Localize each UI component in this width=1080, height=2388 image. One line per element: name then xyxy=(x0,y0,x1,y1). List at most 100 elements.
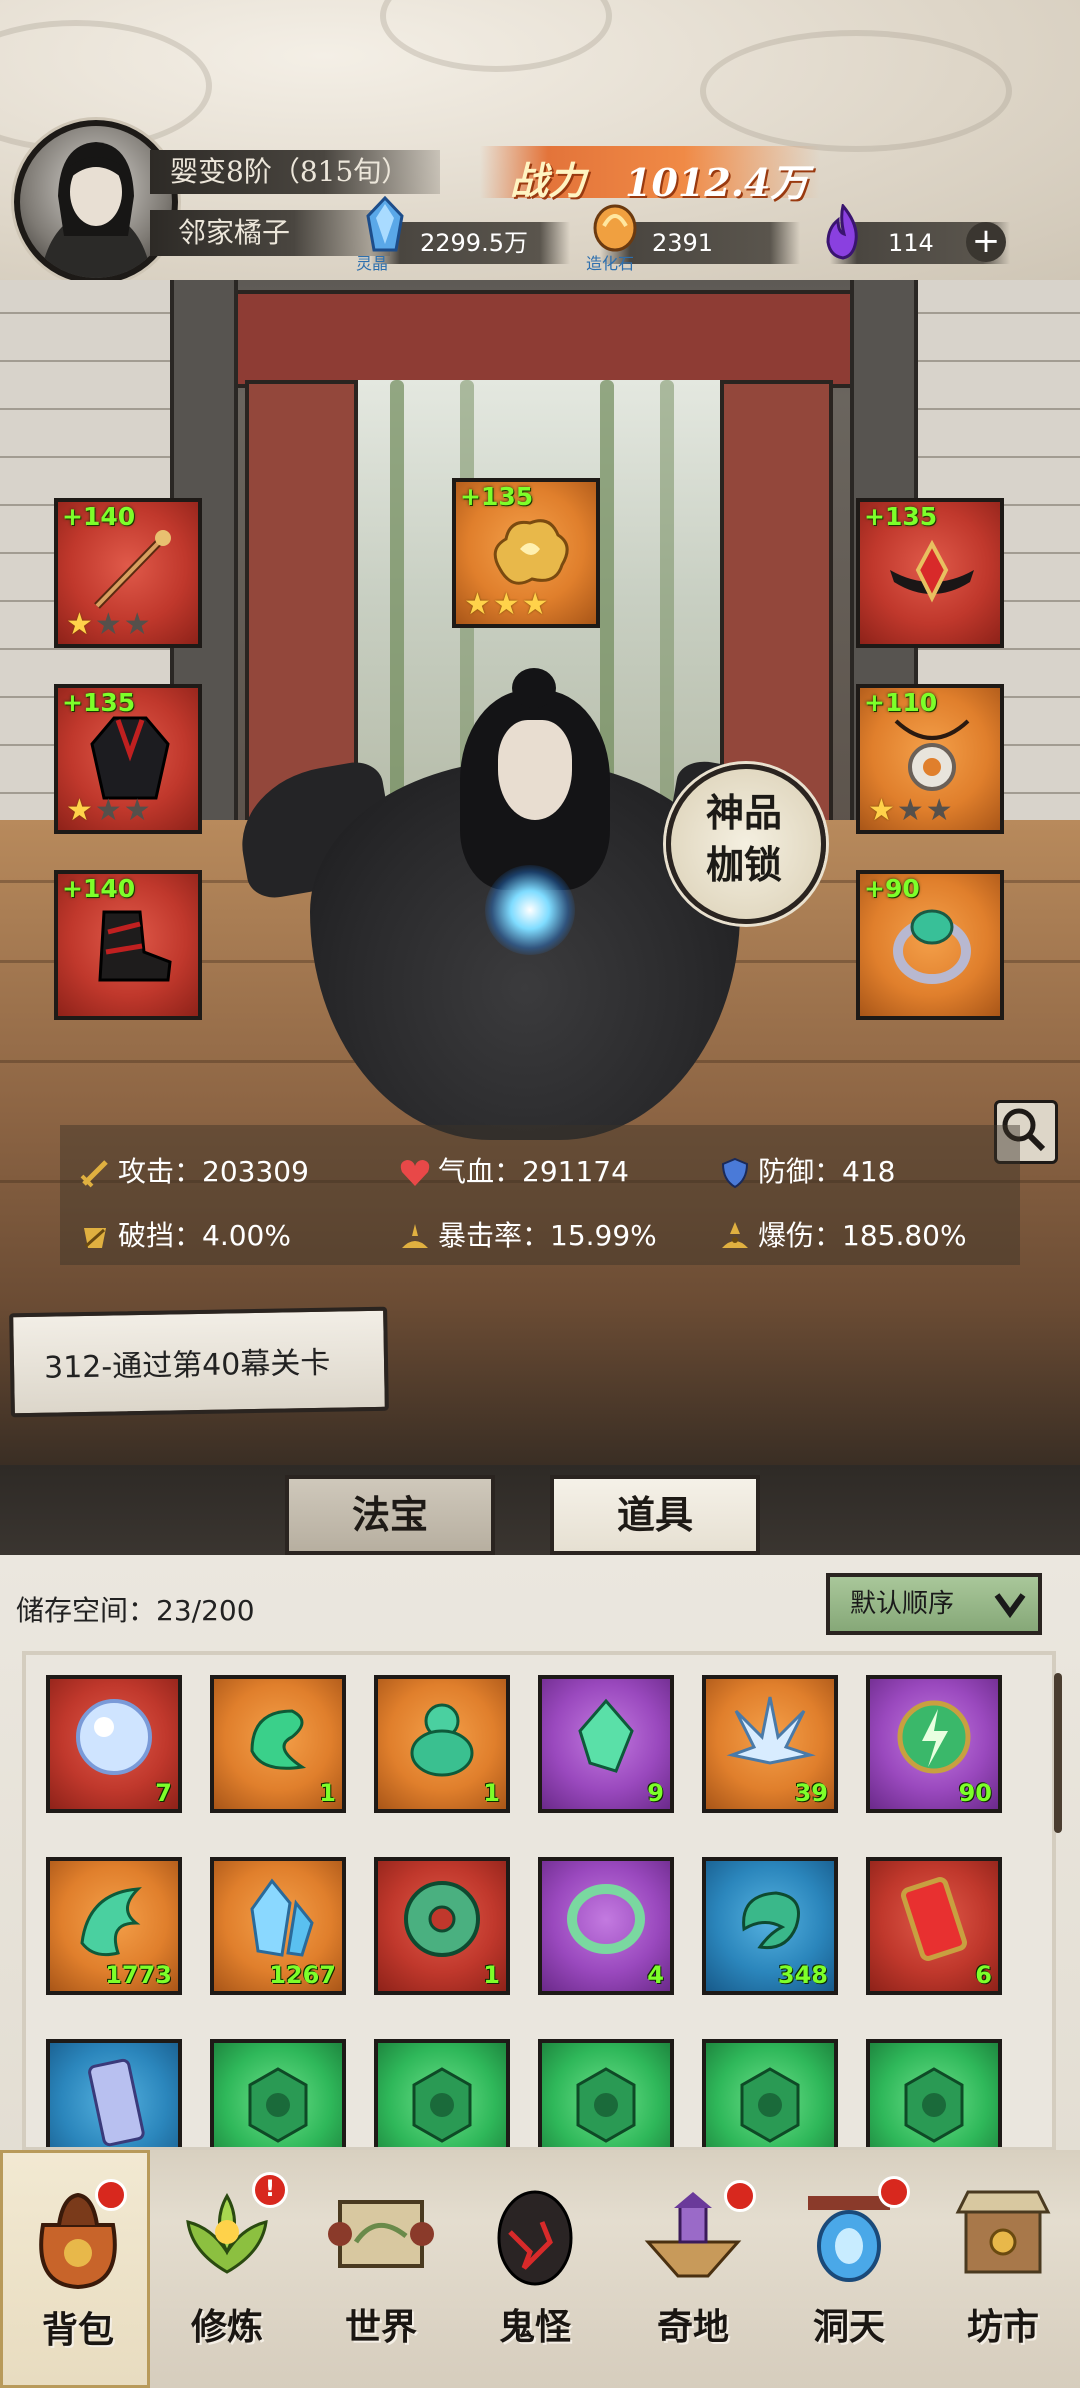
inventory-item[interactable]: 39 xyxy=(702,1675,838,1813)
equip-slot-armor[interactable]: +135 ★★★ xyxy=(54,684,202,834)
stat-crit-rate: 暴击率：15.99% xyxy=(398,1214,657,1254)
ice-crystal-icon xyxy=(724,1691,816,1783)
green-wind-icon xyxy=(232,1691,324,1783)
world-scroll-icon xyxy=(326,2172,436,2292)
resource-lingjing-value: 2299.5万 xyxy=(420,229,528,257)
shield-icon xyxy=(721,1157,749,1189)
equip-slot-boots[interactable]: +140 xyxy=(54,870,202,1020)
equip-slot-treasure[interactable]: +135 ★★★ xyxy=(452,478,600,628)
resource-zaohuashi-value: 2391 xyxy=(652,229,714,257)
nav-wonderland[interactable]: 奇地 xyxy=(618,2150,768,2388)
nav-ghost[interactable]: 鬼怪 xyxy=(460,2150,610,2388)
nav-world[interactable]: 世界 xyxy=(306,2150,456,2388)
inventory-item[interactable]: 1 xyxy=(210,1675,346,1813)
crystal-orb-icon xyxy=(68,1691,160,1783)
green-token-icon xyxy=(888,2055,980,2147)
inventory-item[interactable] xyxy=(866,2039,1002,2147)
green-crystal-icon xyxy=(560,1691,652,1783)
left-door xyxy=(245,380,358,828)
nav-label: 坊市 xyxy=(966,2306,1039,2348)
equip-slot-headband[interactable]: +135 xyxy=(856,498,1004,648)
nav-market[interactable]: 坊市 xyxy=(928,2150,1078,2388)
ring-icon xyxy=(884,902,980,986)
headband-icon xyxy=(884,530,980,614)
quest-banner[interactable]: 312-通过第40幕关卡 xyxy=(9,1306,389,1418)
item-quantity: 7 xyxy=(155,1779,172,1807)
divine-shackle-badge[interactable]: 神品枷锁 xyxy=(666,764,826,924)
scroll-icon xyxy=(68,2055,160,2147)
resource-lingjing-caption: 灵晶 xyxy=(356,254,389,273)
inventory-item[interactable]: 90 xyxy=(866,1675,1002,1813)
nav-label: 奇地 xyxy=(656,2306,729,2348)
inventory-item[interactable]: 9 xyxy=(538,1675,674,1813)
equip-slot-weapon[interactable]: +140 ★★★ xyxy=(54,498,202,648)
nav-bag[interactable]: 背包 xyxy=(0,2150,150,2388)
chevron-down-icon xyxy=(990,1581,1030,1627)
inventory-item[interactable]: 1773 xyxy=(46,1857,182,1995)
green-token-icon xyxy=(560,2055,652,2147)
tab-bar: 法宝 道具 xyxy=(0,1465,1080,1555)
notification-dot xyxy=(878,2176,910,2208)
thunder-orb-icon xyxy=(888,1691,980,1783)
staff-icon xyxy=(82,530,178,614)
equip-level: +110 xyxy=(864,688,938,717)
heart-icon xyxy=(400,1160,430,1186)
equip-slot-ring[interactable]: +90 xyxy=(856,870,1004,1020)
item-quantity: 1 xyxy=(483,1779,500,1807)
equip-stars: ★★★ xyxy=(868,793,955,828)
equip-stars: ★★★ xyxy=(66,793,153,828)
equip-stars: ★★★ xyxy=(464,587,551,622)
badge-text: 神品枷锁 xyxy=(705,790,782,887)
purple-flame-icon xyxy=(818,202,868,260)
equip-slot-pendant[interactable]: +110 ★★★ xyxy=(856,684,1004,834)
nav-cultivate[interactable]: ! 修炼 xyxy=(152,2150,302,2388)
boots-icon xyxy=(82,902,178,986)
avatar[interactable] xyxy=(14,120,178,284)
inventory-item[interactable]: 1267 xyxy=(210,1857,346,1995)
sword-icon xyxy=(80,1160,108,1188)
stat-attack: 攻击：203309 xyxy=(78,1150,309,1190)
tab-daoju[interactable]: 道具 xyxy=(550,1475,760,1555)
green-token-icon xyxy=(396,2055,488,2147)
item-grid-scrollbar[interactable] xyxy=(1054,1673,1062,1833)
sort-order-label: 默认顺序 xyxy=(850,1589,955,1619)
stat-hp: 气血：291174 xyxy=(398,1150,629,1190)
inventory-item[interactable]: 4 xyxy=(538,1857,674,1995)
market-stall-icon xyxy=(948,2172,1058,2292)
creation-stone-icon xyxy=(590,198,640,254)
add-resource-button[interactable]: + xyxy=(966,222,1006,262)
tab-fabao[interactable]: 法宝 xyxy=(285,1475,495,1555)
crit-rate-icon xyxy=(402,1224,428,1248)
character-topknot xyxy=(512,668,556,708)
sort-order-dropdown[interactable]: 默认顺序 xyxy=(826,1573,1042,1635)
item-quantity: 1 xyxy=(319,1779,336,1807)
jade-ring-icon xyxy=(560,1873,652,1965)
quest-text: 312-通过第40幕关卡 xyxy=(43,1345,331,1386)
inventory-item[interactable]: 7 xyxy=(46,1675,182,1813)
item-quantity: 348 xyxy=(777,1961,828,1989)
nav-label: 背包 xyxy=(41,2309,114,2351)
demon-egg-icon xyxy=(480,2172,590,2292)
nav-label: 世界 xyxy=(344,2306,417,2348)
inventory-item[interactable] xyxy=(538,2039,674,2147)
inventory-item[interactable] xyxy=(702,2039,838,2147)
nav-label: 洞天 xyxy=(812,2306,885,2348)
inventory-item[interactable]: 1 xyxy=(374,1675,510,1813)
golden-cloud-icon xyxy=(480,510,576,594)
bottom-navigation: 背包 ! 修炼 世界 鬼怪 奇地 洞天 坊市 xyxy=(0,2150,1080,2388)
inventory-item[interactable]: 1 xyxy=(374,1857,510,1995)
door-lintel xyxy=(225,290,863,388)
equip-stars: ★★★ xyxy=(66,607,153,642)
inventory-item[interactable] xyxy=(210,2039,346,2147)
inventory-item[interactable]: 348 xyxy=(702,1857,838,1995)
notification-dot xyxy=(724,2180,756,2212)
inventory-item[interactable] xyxy=(46,2039,182,2147)
robe-icon xyxy=(82,716,178,800)
blue-crystal-cluster-icon xyxy=(232,1873,324,1965)
inventory-item[interactable] xyxy=(374,2039,510,2147)
inventory-item[interactable]: 6 xyxy=(866,1857,1002,1995)
combat-power-value: 1012.4万 xyxy=(625,160,809,205)
green-wave-icon xyxy=(68,1873,160,1965)
inventory-panel: 储存空间：23/200 默认顺序 7 1 1 9 39 90 1773 1267 1 4 348 6 xyxy=(0,1555,1080,2151)
nav-cave-heaven[interactable]: 洞天 xyxy=(774,2150,924,2388)
